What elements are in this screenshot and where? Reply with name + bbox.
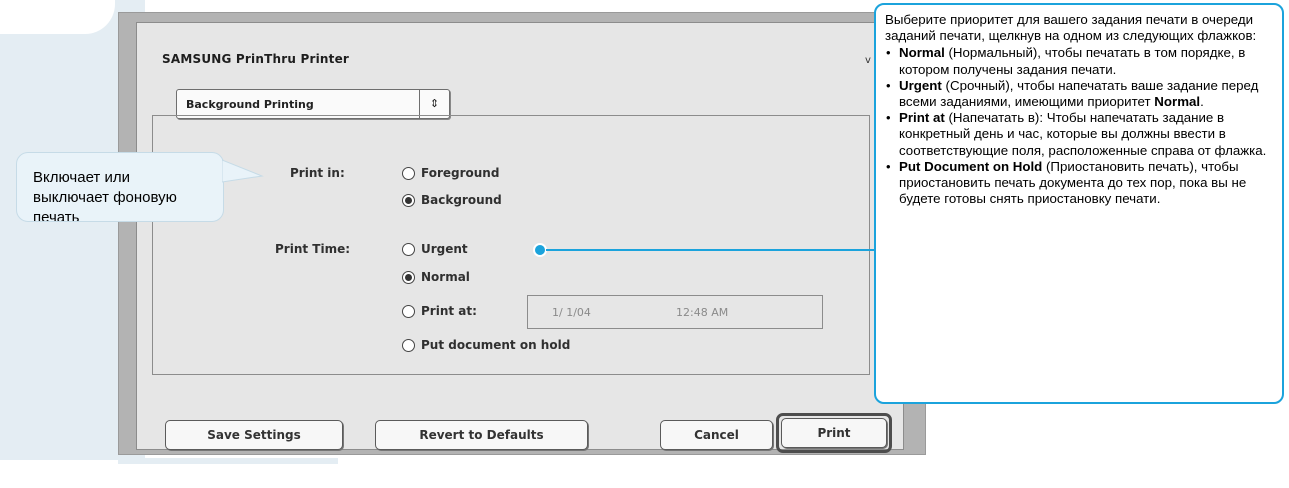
radio-label: Print at: — [421, 304, 477, 318]
print-button[interactable]: Print — [781, 418, 887, 448]
callout-intro: Выберите приоритет для вашего задания пе… — [885, 12, 1257, 44]
dialog-title: SAMSUNG PrinThru Printer — [162, 52, 350, 66]
radio-label: Background — [421, 193, 502, 207]
radio-button[interactable] — [402, 338, 415, 352]
print-time-label: Print Time: — [275, 242, 351, 256]
priority-item-print-at: Print at (Напечатать в): Чтобы напечатат… — [886, 110, 1275, 159]
revert-to-defaults-button[interactable]: Revert to Defaults — [375, 420, 588, 450]
mode-popup-label: Background Printing — [186, 98, 314, 111]
callout-connector — [533, 243, 878, 257]
priority-item-hold: Put Document on Hold (Приостановить печа… — [886, 158, 1275, 208]
background-printing-callout: Включает или выключает фоновую печать — [16, 152, 224, 222]
radio-normal[interactable]: Normal — [402, 268, 470, 286]
print-priority-callout: Выберите приоритет для вашего задания пе… — [874, 3, 1284, 404]
save-settings-button[interactable]: Save Settings — [165, 420, 343, 450]
background-strip — [118, 458, 338, 464]
radio-button-selected[interactable] — [402, 193, 415, 207]
priority-item-normal: Normal (Нормальный), чтобы печатать в то… — [886, 45, 1275, 77]
radio-background[interactable]: Background — [402, 191, 502, 209]
print-at-time: 12:48 AM — [676, 306, 729, 319]
print-at-datetime-field[interactable]: 1/ 1/04 12:48 AM — [527, 295, 823, 329]
radio-label: Normal — [421, 270, 470, 284]
item-term: Urgent — [899, 77, 942, 93]
item-term: Normal — [899, 45, 945, 61]
print-at-date: 1/ 1/04 — [552, 306, 591, 319]
callout-right-text: Выберите приоритет для вашего задания пе… — [885, 12, 1275, 207]
item-tail: . — [1200, 94, 1204, 110]
radio-foreground[interactable]: Foreground — [402, 164, 499, 182]
background-tab — [0, 0, 115, 34]
item-term-inline: Normal — [1154, 94, 1201, 110]
radio-button-selected[interactable] — [402, 270, 415, 284]
callout-pointer — [222, 159, 264, 183]
item-text: (Нормальный), чтобы печатать в том поряд… — [899, 45, 1246, 77]
radio-put-on-hold[interactable]: Put document on hold — [402, 336, 570, 354]
radio-button[interactable] — [402, 242, 415, 256]
item-text: (Срочный), чтобы напечатать ваше задание… — [899, 77, 1259, 110]
radio-button[interactable] — [402, 166, 415, 180]
callout-left-text: Включает или выключает фоновую печать — [33, 169, 177, 222]
radio-button[interactable] — [402, 304, 415, 318]
cancel-button[interactable]: Cancel — [660, 420, 773, 450]
radio-label: Urgent — [421, 242, 468, 256]
item-text: (Напечатать в): Чтобы напечатать задание… — [899, 110, 1267, 158]
radio-label: Put document on hold — [421, 338, 571, 352]
item-term: Put Document on Hold — [899, 158, 1043, 174]
item-term: Print at — [899, 110, 945, 126]
priority-list: Normal (Нормальный), чтобы печатать в то… — [885, 45, 1275, 207]
radio-urgent[interactable]: Urgent — [402, 240, 468, 258]
radio-print-at[interactable]: Print at: — [402, 302, 477, 320]
popup-arrows-icon: ⇕ — [419, 90, 449, 118]
priority-item-urgent: Urgent (Срочный), чтобы напечатать ваше … — [886, 77, 1275, 110]
print-in-label: Print in: — [290, 166, 345, 180]
radio-label: Foreground — [421, 166, 500, 180]
